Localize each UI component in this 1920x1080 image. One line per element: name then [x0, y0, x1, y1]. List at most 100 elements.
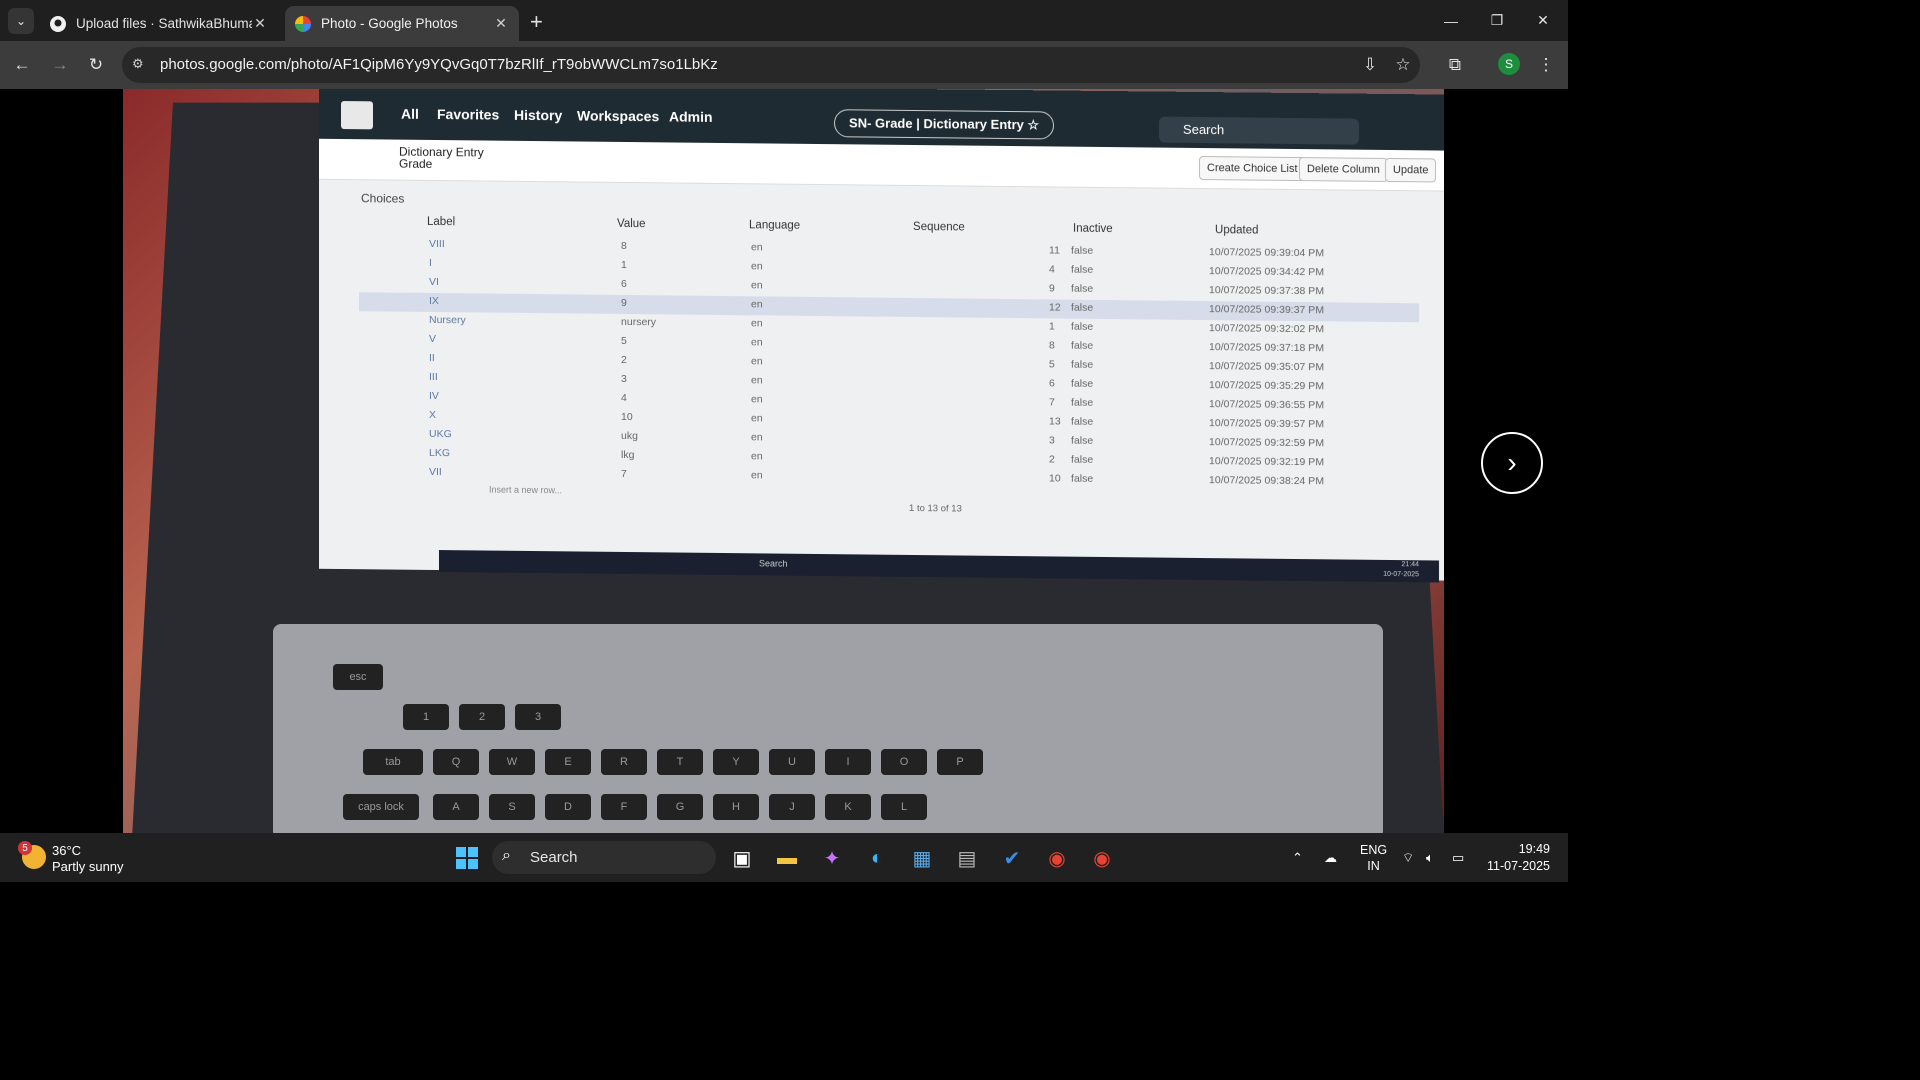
- photo-viewer: All Favorites History Workspaces Admin S…: [0, 89, 1568, 833]
- key: R: [601, 749, 647, 775]
- address-bar[interactable]: ⚙ photos.google.com/photo/AF1QipM6Yy9YQv…: [122, 47, 1420, 83]
- cell-updated: 10/07/2025 09:39:37 PM: [1209, 303, 1325, 317]
- close-window-icon[interactable]: ✕: [1520, 0, 1566, 41]
- form-title: Dictionary Entry Grade: [399, 144, 484, 171]
- cell-sequence: 3: [1049, 434, 1055, 447]
- laptop-screen: All Favorites History Workspaces Admin S…: [319, 89, 1444, 583]
- cell-language: en: [751, 241, 763, 254]
- cell-value: 10: [621, 410, 633, 424]
- edge-icon[interactable]: ◐: [861, 842, 893, 874]
- cell-updated: 10/07/2025 09:35:29 PM: [1209, 379, 1325, 393]
- windows-start-icon[interactable]: [451, 842, 483, 874]
- cell-inactive: false: [1071, 415, 1094, 428]
- chrome-icon[interactable]: ◉: [1041, 842, 1073, 874]
- profile-avatar[interactable]: S: [1498, 53, 1520, 75]
- chrome-profile-icon[interactable]: ◉: [1086, 842, 1118, 874]
- tab-github-upload[interactable]: Upload files · SathwikaBhuma/· ✕: [40, 6, 278, 41]
- site-info-icon[interactable]: ⚙: [132, 56, 150, 74]
- delete-column-button: Delete Column: [1299, 157, 1388, 182]
- extensions-icon[interactable]: ⧉: [1443, 53, 1467, 77]
- cell-language: en: [751, 431, 763, 444]
- cell-value: 6: [621, 277, 627, 291]
- cell-label: VIII: [429, 237, 445, 251]
- menu-kebab-icon[interactable]: ⋮: [1534, 53, 1558, 77]
- key: L: [881, 794, 927, 820]
- key: 3: [515, 704, 561, 730]
- bookmark-star-icon[interactable]: ☆: [1391, 53, 1415, 77]
- taskbar-search[interactable]: ⌕ Search: [492, 841, 716, 874]
- url-text[interactable]: photos.google.com/photo/AF1QipM6Yy9YQvGq…: [160, 56, 718, 73]
- nav-favorites: Favorites: [437, 106, 500, 123]
- new-tab-icon[interactable]: +: [530, 9, 543, 35]
- restore-icon[interactable]: ❐: [1474, 0, 1520, 41]
- close-tab-icon[interactable]: ✕: [493, 15, 509, 32]
- weather-widget[interactable]: 5 36°C Partly sunny: [18, 841, 158, 875]
- next-photo-button[interactable]: ›: [1481, 432, 1543, 494]
- system-clock[interactable]: 19:49 11-07-2025: [1482, 841, 1550, 875]
- key: caps lock: [343, 794, 419, 820]
- choices-section-label: Choices: [361, 191, 405, 206]
- key: H: [713, 794, 759, 820]
- screen-search: Search: [759, 558, 788, 569]
- cell-sequence: 4: [1049, 263, 1055, 276]
- cell-value: 3: [621, 372, 627, 386]
- show-hidden-icons[interactable]: ⌃: [1292, 833, 1303, 882]
- store-icon[interactable]: ▦: [906, 842, 938, 874]
- cell-sequence: 2: [1049, 453, 1055, 466]
- forward-icon[interactable]: →: [48, 53, 72, 77]
- install-app-icon[interactable]: ⇩: [1358, 53, 1382, 77]
- task-view-icon[interactable]: ▣: [726, 842, 758, 874]
- photo: All Favorites History Workspaces Admin S…: [123, 89, 1444, 833]
- close-tab-icon[interactable]: ✕: [252, 15, 268, 32]
- volume-icon[interactable]: 🔈︎: [1426, 833, 1434, 882]
- key: esc: [333, 664, 383, 690]
- key: A: [433, 794, 479, 820]
- reload-icon[interactable]: ↻: [84, 53, 108, 77]
- cell-language: en: [751, 317, 763, 330]
- windows-taskbar: 5 36°C Partly sunny ⌕ Search ▣ ▬ ✦ ◐ ▦ ▤…: [0, 833, 1568, 882]
- copilot-icon[interactable]: ✦: [816, 842, 848, 874]
- cell-inactive: false: [1071, 358, 1094, 371]
- cell-sequence: 9: [1049, 282, 1055, 295]
- wifi-icon[interactable]: ⌔: [1402, 833, 1414, 882]
- cell-value: nursery: [621, 315, 657, 329]
- back-icon[interactable]: ←: [10, 53, 34, 77]
- cell-updated: 10/07/2025 09:39:57 PM: [1209, 417, 1325, 431]
- calculator-icon[interactable]: ▤: [951, 842, 983, 874]
- search-field: Search: [1159, 116, 1359, 145]
- weather-temp: 36°C: [52, 843, 82, 858]
- cell-language: en: [751, 298, 763, 311]
- cell-sequence: 1: [1049, 320, 1055, 333]
- tab-google-photos[interactable]: Photo - Google Photos ✕: [285, 6, 519, 41]
- cell-inactive: false: [1071, 282, 1094, 295]
- cell-value: 4: [621, 391, 627, 405]
- input-language[interactable]: ENG IN: [1360, 842, 1387, 874]
- key: T: [657, 749, 703, 775]
- col-updated: Updated: [1215, 224, 1259, 237]
- minimize-icon[interactable]: —: [1428, 0, 1474, 41]
- cell-label: VI: [429, 275, 439, 289]
- cell-updated: 10/07/2025 09:35:07 PM: [1209, 360, 1325, 374]
- cell-inactive: false: [1071, 377, 1094, 390]
- cell-label: II: [429, 351, 435, 364]
- col-sequence: Sequence: [913, 221, 965, 234]
- todo-icon[interactable]: ✔: [996, 842, 1028, 874]
- key: E: [545, 749, 591, 775]
- cell-updated: 10/07/2025 09:37:38 PM: [1209, 284, 1325, 298]
- key: S: [489, 794, 535, 820]
- col-label: Label: [427, 215, 456, 229]
- key: D: [545, 794, 591, 820]
- cell-inactive: false: [1071, 396, 1094, 409]
- col-inactive: Inactive: [1073, 222, 1113, 236]
- cell-updated: 10/07/2025 09:39:04 PM: [1209, 246, 1325, 260]
- nav-history: History: [514, 106, 563, 124]
- onedrive-icon[interactable]: ☁: [1324, 833, 1337, 882]
- cell-sequence: 5: [1049, 358, 1055, 371]
- google-photos-icon: [295, 15, 311, 32]
- battery-icon[interactable]: ▭: [1452, 833, 1464, 882]
- file-explorer-icon[interactable]: ▬: [771, 842, 803, 874]
- cell-label: V: [429, 332, 437, 346]
- cell-language: en: [751, 469, 763, 482]
- tab-search-button[interactable]: ⌄: [8, 8, 34, 34]
- tab-title: Upload files · SathwikaBhuma/·: [76, 16, 252, 31]
